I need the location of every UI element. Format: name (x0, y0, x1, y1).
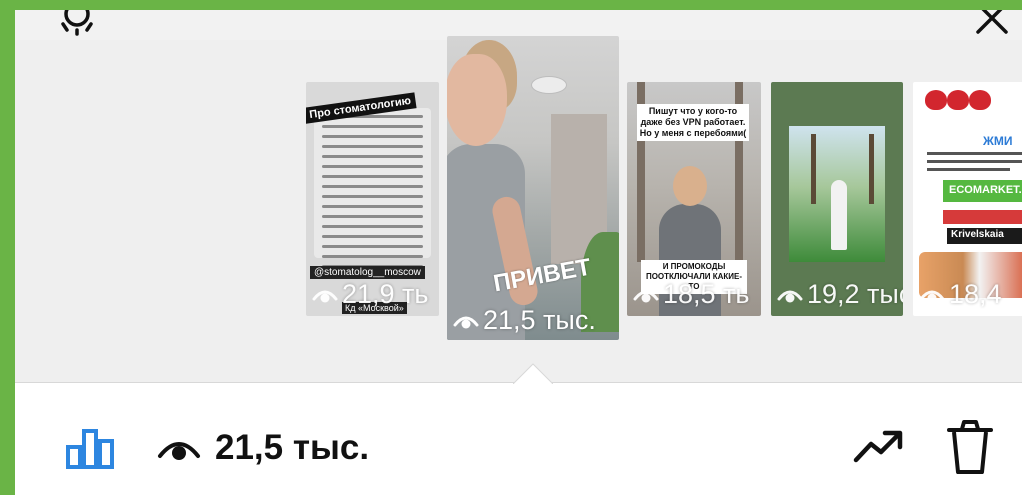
eye-icon (453, 316, 479, 328)
person (831, 180, 847, 250)
strawberry (947, 90, 969, 110)
views-count: 21,5 тыс. (215, 428, 370, 467)
story-views-count: 21,5 тыс. (483, 305, 596, 335)
strawberry (925, 90, 947, 110)
story-views: 18,4 (919, 279, 1002, 310)
story-thumbnail-5[interactable]: ЖМИ ECOMARKET.R Krivelskaia 18,4 (913, 82, 1022, 316)
ceiling-lamp (531, 76, 567, 94)
palm-tree (811, 134, 816, 204)
story-views-count: 21,9 ть (342, 279, 429, 309)
story-views: 21,5 тыс. (453, 305, 596, 336)
close-icon[interactable] (972, 4, 1014, 40)
bar-chart-icon[interactable] (66, 429, 116, 469)
story-thumbnail-1[interactable]: Про стоматологию @stomatolog__moscow Кд … (306, 82, 439, 316)
ad-promo-strip (943, 210, 1022, 224)
ad-text (927, 152, 1022, 176)
palm-tree (869, 134, 874, 204)
story-views: 21,9 ть (312, 279, 428, 310)
story-viewer-screen: Про стоматологию @stomatolog__moscow Кд … (0, 0, 1022, 495)
trend-up-icon[interactable] (853, 428, 903, 464)
eye-icon (633, 290, 659, 302)
story-views: 18,5 ть (633, 279, 749, 310)
story-views-count: 18,5 ть (663, 279, 750, 309)
eye-icon (777, 290, 803, 302)
person-head (673, 166, 707, 206)
ad-banner: ECOMARKET.R (943, 180, 1022, 202)
person-face (447, 54, 507, 146)
story-views: 19,2 тыс (777, 279, 903, 310)
story-text-note (314, 108, 431, 268)
story-thumbnail-strip: Про стоматологию @stomatolog__moscow Кд … (15, 36, 1022, 376)
story-thumbnail-2-selected[interactable]: ПРИВЕТ 21,5 тыс. (447, 36, 619, 340)
story-caption: Пишут что у кого-то даже без VPN работае… (637, 104, 749, 141)
trash-icon[interactable] (945, 418, 995, 476)
ad-label: Krivelskaia (947, 228, 1022, 244)
story-views-count: 18,4 (949, 279, 1002, 309)
story-thumbnail-4[interactable]: 19,2 тыс (771, 82, 903, 316)
story-views-count: 19,2 тыс (807, 279, 903, 309)
eye-icon (919, 290, 945, 302)
eye-icon (312, 290, 338, 302)
story-tag: @stomatolog__moscow (310, 266, 425, 279)
story-thumbnail-3[interactable]: Пишут что у кого-то даже без VPN работае… (627, 82, 761, 316)
strawberry (969, 90, 991, 110)
ad-brand: ЖМИ (983, 134, 1013, 148)
eye-icon (158, 442, 200, 460)
selection-pointer (513, 363, 553, 384)
gear-icon[interactable] (57, 0, 97, 40)
